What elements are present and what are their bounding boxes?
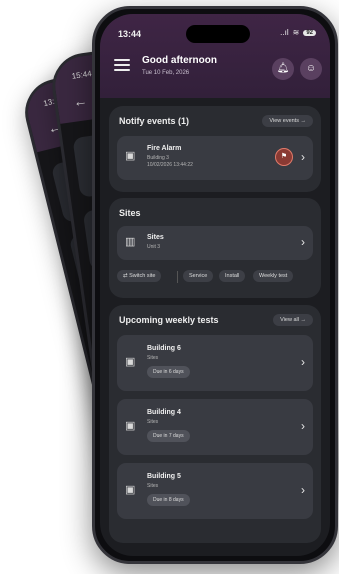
building-icon: ▣ <box>125 150 136 162</box>
signal-icon: ..ıl <box>280 28 289 37</box>
chevron-right-icon: › <box>301 419 305 433</box>
camera-notch <box>186 25 250 43</box>
view-all-button[interactable]: View all → <box>273 314 313 326</box>
switch-site-label: Switch site <box>129 273 156 279</box>
app-screen: 13:44 ..ıl ≋ 92 Good afternoon Tue 10 Fe… <box>100 14 330 556</box>
building-icon: ▣ <box>125 356 136 368</box>
status-time: 13:44 <box>118 29 142 39</box>
building-icon: ▣ <box>125 420 136 432</box>
divider <box>177 271 178 283</box>
user-icon: ☺︎ <box>305 63 317 74</box>
greeting-title: Good afternoon <box>142 55 217 66</box>
test-building-title: Building 6 <box>147 345 181 352</box>
due-badge: Due in 8 days <box>147 494 190 506</box>
fire-alarm-row[interactable]: ▣ Fire Alarm Building 3 10/02/2026 13:44… <box>117 136 313 180</box>
site-row[interactable]: ▥ Sites Unit 3 › <box>117 226 313 260</box>
site-unit: Unit 3 <box>147 244 161 250</box>
test-building-sub: Sites <box>147 483 159 489</box>
weekly-test-button[interactable]: Weekly test <box>253 270 294 282</box>
chevron-right-icon: › <box>301 150 305 164</box>
event-timestamp: 10/02/2026 13:44:22 <box>147 162 193 168</box>
test-building-title: Building 4 <box>147 409 181 416</box>
weekly-test-row[interactable]: ▣ Building 6 Sites Due in 6 days › <box>117 335 313 391</box>
back-arrow-icon: ← <box>72 92 89 110</box>
bell-icon: 🔔︎ <box>276 63 290 74</box>
notify-events-title: Notify events (1) <box>119 116 190 126</box>
event-building: Building 3 <box>147 155 169 161</box>
weekly-test-row[interactable]: ▣ Building 4 Sites Due in 7 days › <box>117 399 313 455</box>
wifi-icon: ≋ <box>292 28 300 37</box>
weekly-tests-card: Upcoming weekly tests View all → ▣ Build… <box>109 305 321 543</box>
site-title: Sites <box>147 234 164 241</box>
sites-card: Sites ▥ Sites Unit 3 › ⇄ Switch site Ser… <box>109 198 321 298</box>
test-building-sub: Sites <box>147 355 159 361</box>
notify-events-card: Notify events (1) View events → ▣ Fire A… <box>109 106 321 192</box>
site-building-icon: ▥ <box>125 236 136 248</box>
app-header: 13:44 ..ıl ≋ 92 Good afternoon Tue 10 Fe… <box>100 14 330 98</box>
chevron-right-icon: › <box>301 483 305 497</box>
view-events-button[interactable]: View events → <box>262 115 313 127</box>
notifications-button[interactable]: 🔔︎ <box>272 58 294 80</box>
building-icon: ▣ <box>125 484 136 496</box>
status-icons: ..ıl ≋ 92 <box>280 28 316 37</box>
phone-frame: 13:44 ..ıl ≋ 92 Good afternoon Tue 10 Fe… <box>92 6 338 564</box>
greeting-date: Tue 10 Feb, 2026 <box>142 70 190 76</box>
chevron-right-icon: › <box>301 235 305 249</box>
battery-icon: 92 <box>303 29 316 36</box>
service-button[interactable]: Service <box>183 270 214 282</box>
due-badge: Due in 6 days <box>147 366 190 378</box>
menu-icon <box>114 59 130 61</box>
due-badge: Due in 7 days <box>147 430 190 442</box>
install-button[interactable]: Install <box>219 270 246 282</box>
sites-title: Sites <box>119 208 141 218</box>
menu-button[interactable] <box>114 59 130 71</box>
event-title: Fire Alarm <box>147 145 182 152</box>
chevron-right-icon: › <box>301 355 305 369</box>
alarm-icon: ⚑ <box>275 148 293 166</box>
test-building-title: Building 5 <box>147 473 181 480</box>
switch-site-button[interactable]: ⇄ Switch site <box>117 270 162 282</box>
weekly-test-row[interactable]: ▣ Building 5 Sites Due in 8 days › <box>117 463 313 519</box>
weekly-tests-title: Upcoming weekly tests <box>119 315 219 325</box>
test-building-sub: Sites <box>147 419 159 425</box>
profile-button[interactable]: ☺︎ <box>300 58 322 80</box>
